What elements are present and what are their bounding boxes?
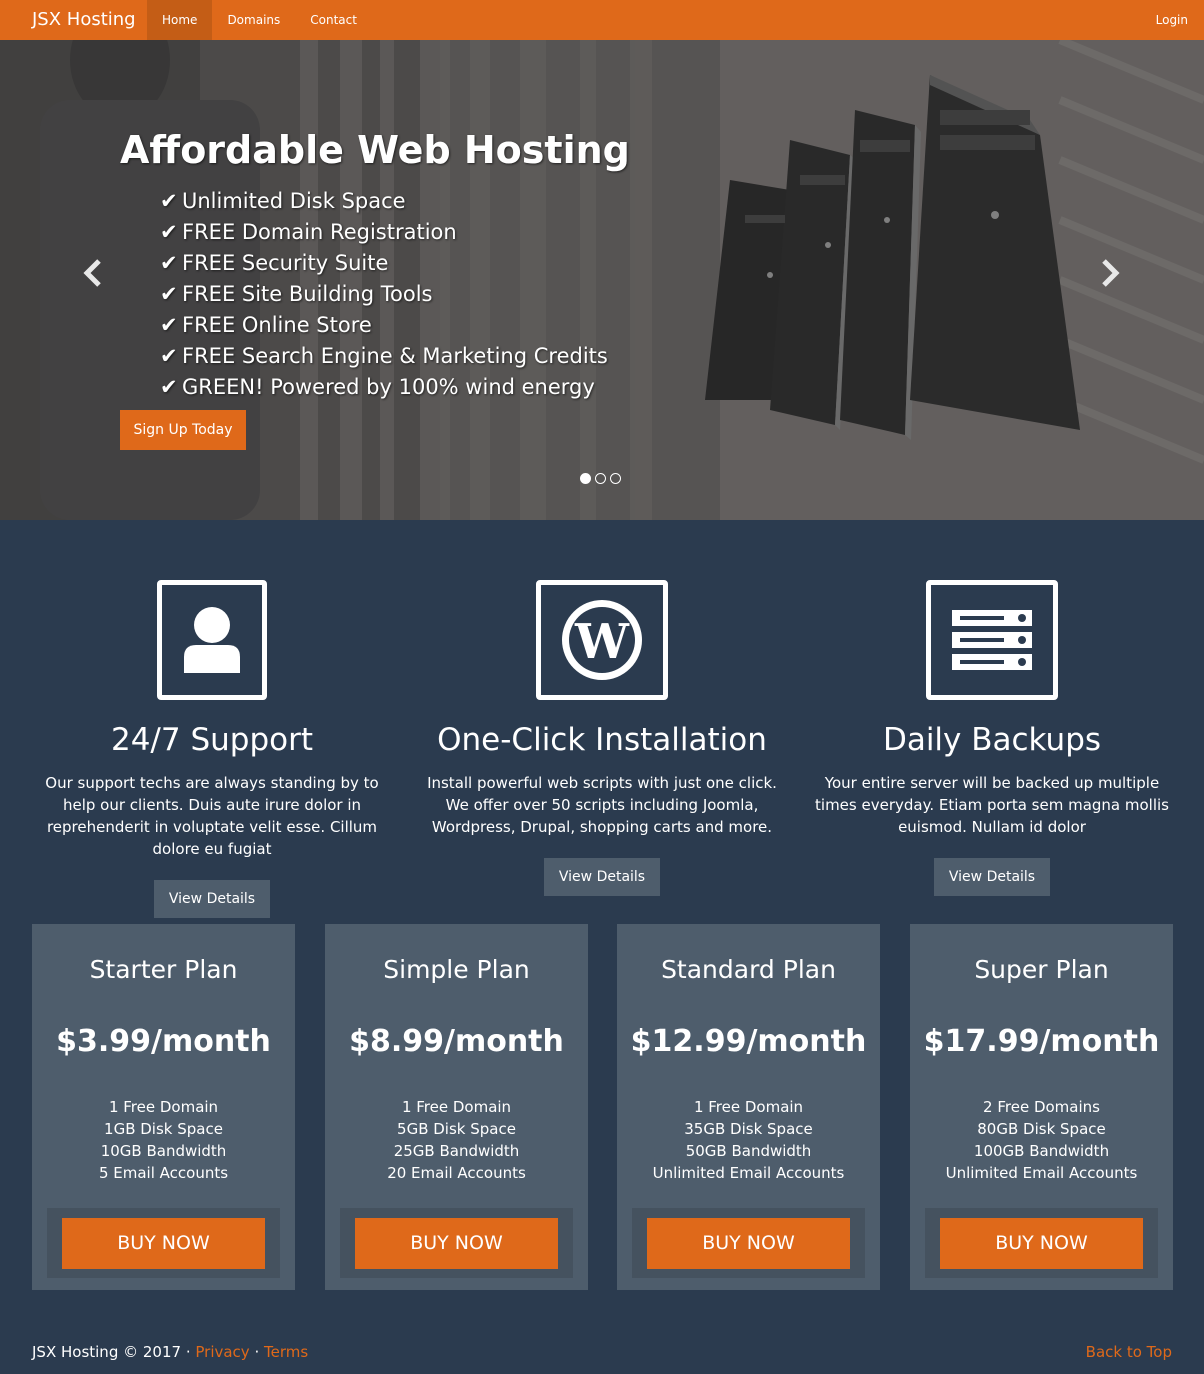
hero-feature-list: ✔ Unlimited Disk Space ✔ FREE Domain Regis… [160,186,608,403]
feature-title: 24/7 Support [110,722,313,758]
plan-feature-item: 1 Free Domain [693,1098,804,1116]
plan-feature-item: 1GB Disk Space [104,1120,223,1138]
view-details-button[interactable]: View Details [934,858,1050,896]
plan-super: Super Plan $17.99/month 2 Free Domains 8… [910,924,1173,1290]
check-icon: ✔ [160,375,178,399]
plan-features: 1 Free Domain 1GB Disk Space 10GB Bandwi… [32,1096,295,1184]
server-icon [926,580,1058,700]
plan-feature-item: 100GB Bandwidth [973,1142,1110,1160]
plan-standard: Standard Plan $12.99/month 1 Free Domain… [617,924,880,1290]
plan-feature-item: 20 Email Accounts [387,1164,526,1182]
plan-feature-item: 2 Free Domains [983,1098,1100,1116]
privacy-link[interactable]: Privacy [195,1343,249,1361]
check-icon: ✔ [160,220,178,244]
hero-feature-item: ✔ FREE Search Engine & Marketing Credits [160,341,608,372]
chevron-right-icon[interactable] [1095,258,1125,294]
plan-feature-item: 5 Email Accounts [98,1164,229,1182]
plan-feature-item: Unlimited Email Accounts [945,1164,1138,1182]
plan-footer: BUY NOW [632,1208,865,1278]
plan-price: $17.99/month [923,1024,1160,1059]
user-icon [157,580,267,700]
plan-price: $8.99/month [349,1024,564,1059]
hero-feature-item: ✔ FREE Domain Registration [160,217,608,248]
hero-feature-item: ✔ FREE Security Suite [160,248,608,279]
view-details-button[interactable]: View Details [154,880,270,918]
plan-features: 1 Free Domain 5GB Disk Space 25GB Bandwi… [325,1096,588,1184]
buy-now-button[interactable]: BUY NOW [62,1217,265,1269]
buy-now-button[interactable]: BUY NOW [940,1217,1143,1269]
navbar: JSX Hosting Home Domains Contact Login [0,0,1204,40]
plan-feature-item: 5GB Disk Space [397,1120,516,1138]
plan-feature-item: 1 Free Domain [108,1098,219,1116]
plan-feature-item: 25GB Bandwidth [393,1142,520,1160]
plan-price: $3.99/month [56,1024,271,1059]
plan-features: 1 Free Domain 35GB Disk Space 50GB Bandw… [617,1096,880,1184]
nav-contact[interactable]: Contact [295,0,372,40]
sign-up-button[interactable]: Sign Up Today [120,410,246,450]
hero-feature-item: ✔ Unlimited Disk Space [160,186,608,217]
wordpress-icon: W [536,580,668,700]
nav-domains[interactable]: Domains [212,0,295,40]
buy-now-button[interactable]: BUY NOW [647,1217,850,1269]
hero-title: Affordable Web Hosting [120,128,630,172]
plan-name: Standard Plan [661,955,836,984]
feature-backups: Daily Backups Your entire server will be… [802,580,1182,896]
plan-feature-item: Unlimited Email Accounts [652,1164,845,1182]
copyright-text: JSX Hosting © 2017 · [32,1343,191,1361]
carousel-indicator[interactable] [580,473,591,484]
plan-price: $12.99/month [630,1024,867,1059]
hero-carousel: Affordable Web Hosting ✔ Unlimited Disk S… [0,40,1204,520]
hero-feature-item: ✔ FREE Site Building Tools [160,279,608,310]
plan-footer: BUY NOW [340,1208,573,1278]
plan-feature-item: 80GB Disk Space [977,1120,1106,1138]
feature-title: Daily Backups [882,722,1102,758]
plan-name: Starter Plan [89,955,238,984]
plan-starter: Starter Plan $3.99/month 1 Free Domain 1… [32,924,295,1290]
footer-separator: · [254,1343,260,1361]
feature-text: Install powerful web scripts with just o… [427,774,777,836]
hero-feature-item: ✔ GREEN! Powered by 100% wind energy [160,372,608,403]
nav-home[interactable]: Home [147,0,213,40]
plan-footer: BUY NOW [925,1208,1158,1278]
check-icon: ✔ [160,189,178,213]
footer: JSX Hosting © 2017 · Privacy · Terms Bac… [32,1341,1172,1363]
feature-text: Our support techs are always standing by… [45,774,379,858]
plan-name: Super Plan [974,955,1109,984]
check-icon: ✔ [160,313,178,337]
back-to-top-link[interactable]: Back to Top [1086,1341,1172,1363]
plan-feature-item: 50GB Bandwidth [685,1142,812,1160]
plan-feature-item: 35GB Disk Space [684,1120,813,1138]
plan-footer: BUY NOW [47,1208,280,1278]
feature-text: Your entire server will be backed up mul… [815,774,1169,836]
carousel-indicators [580,473,621,484]
check-icon: ✔ [160,251,178,275]
svg-text:W: W [574,614,630,670]
plan-features: 2 Free Domains 80GB Disk Space 100GB Ban… [910,1096,1173,1184]
feature-installation: W One-Click Installation Install powerfu… [412,580,792,896]
carousel-indicator[interactable] [595,473,606,484]
carousel-indicator[interactable] [610,473,621,484]
check-icon: ✔ [160,282,178,306]
plan-feature-item: 1 Free Domain [401,1098,512,1116]
feature-support: 24/7 Support Our support techs are alway… [22,580,402,918]
buy-now-button[interactable]: BUY NOW [355,1217,558,1269]
login-link[interactable]: Login [1156,0,1188,40]
plan-simple: Simple Plan $8.99/month 1 Free Domain 5G… [325,924,588,1290]
terms-link[interactable]: Terms [264,1343,308,1361]
feature-title: One-Click Installation [437,722,767,758]
check-icon: ✔ [160,344,178,368]
brand-logo[interactable]: JSX Hosting [0,0,147,40]
plan-feature-item: 10GB Bandwidth [100,1142,227,1160]
view-details-button[interactable]: View Details [544,858,660,896]
plan-name: Simple Plan [383,955,530,984]
chevron-left-icon[interactable] [78,258,108,294]
hero-feature-item: ✔ FREE Online Store [160,310,608,341]
